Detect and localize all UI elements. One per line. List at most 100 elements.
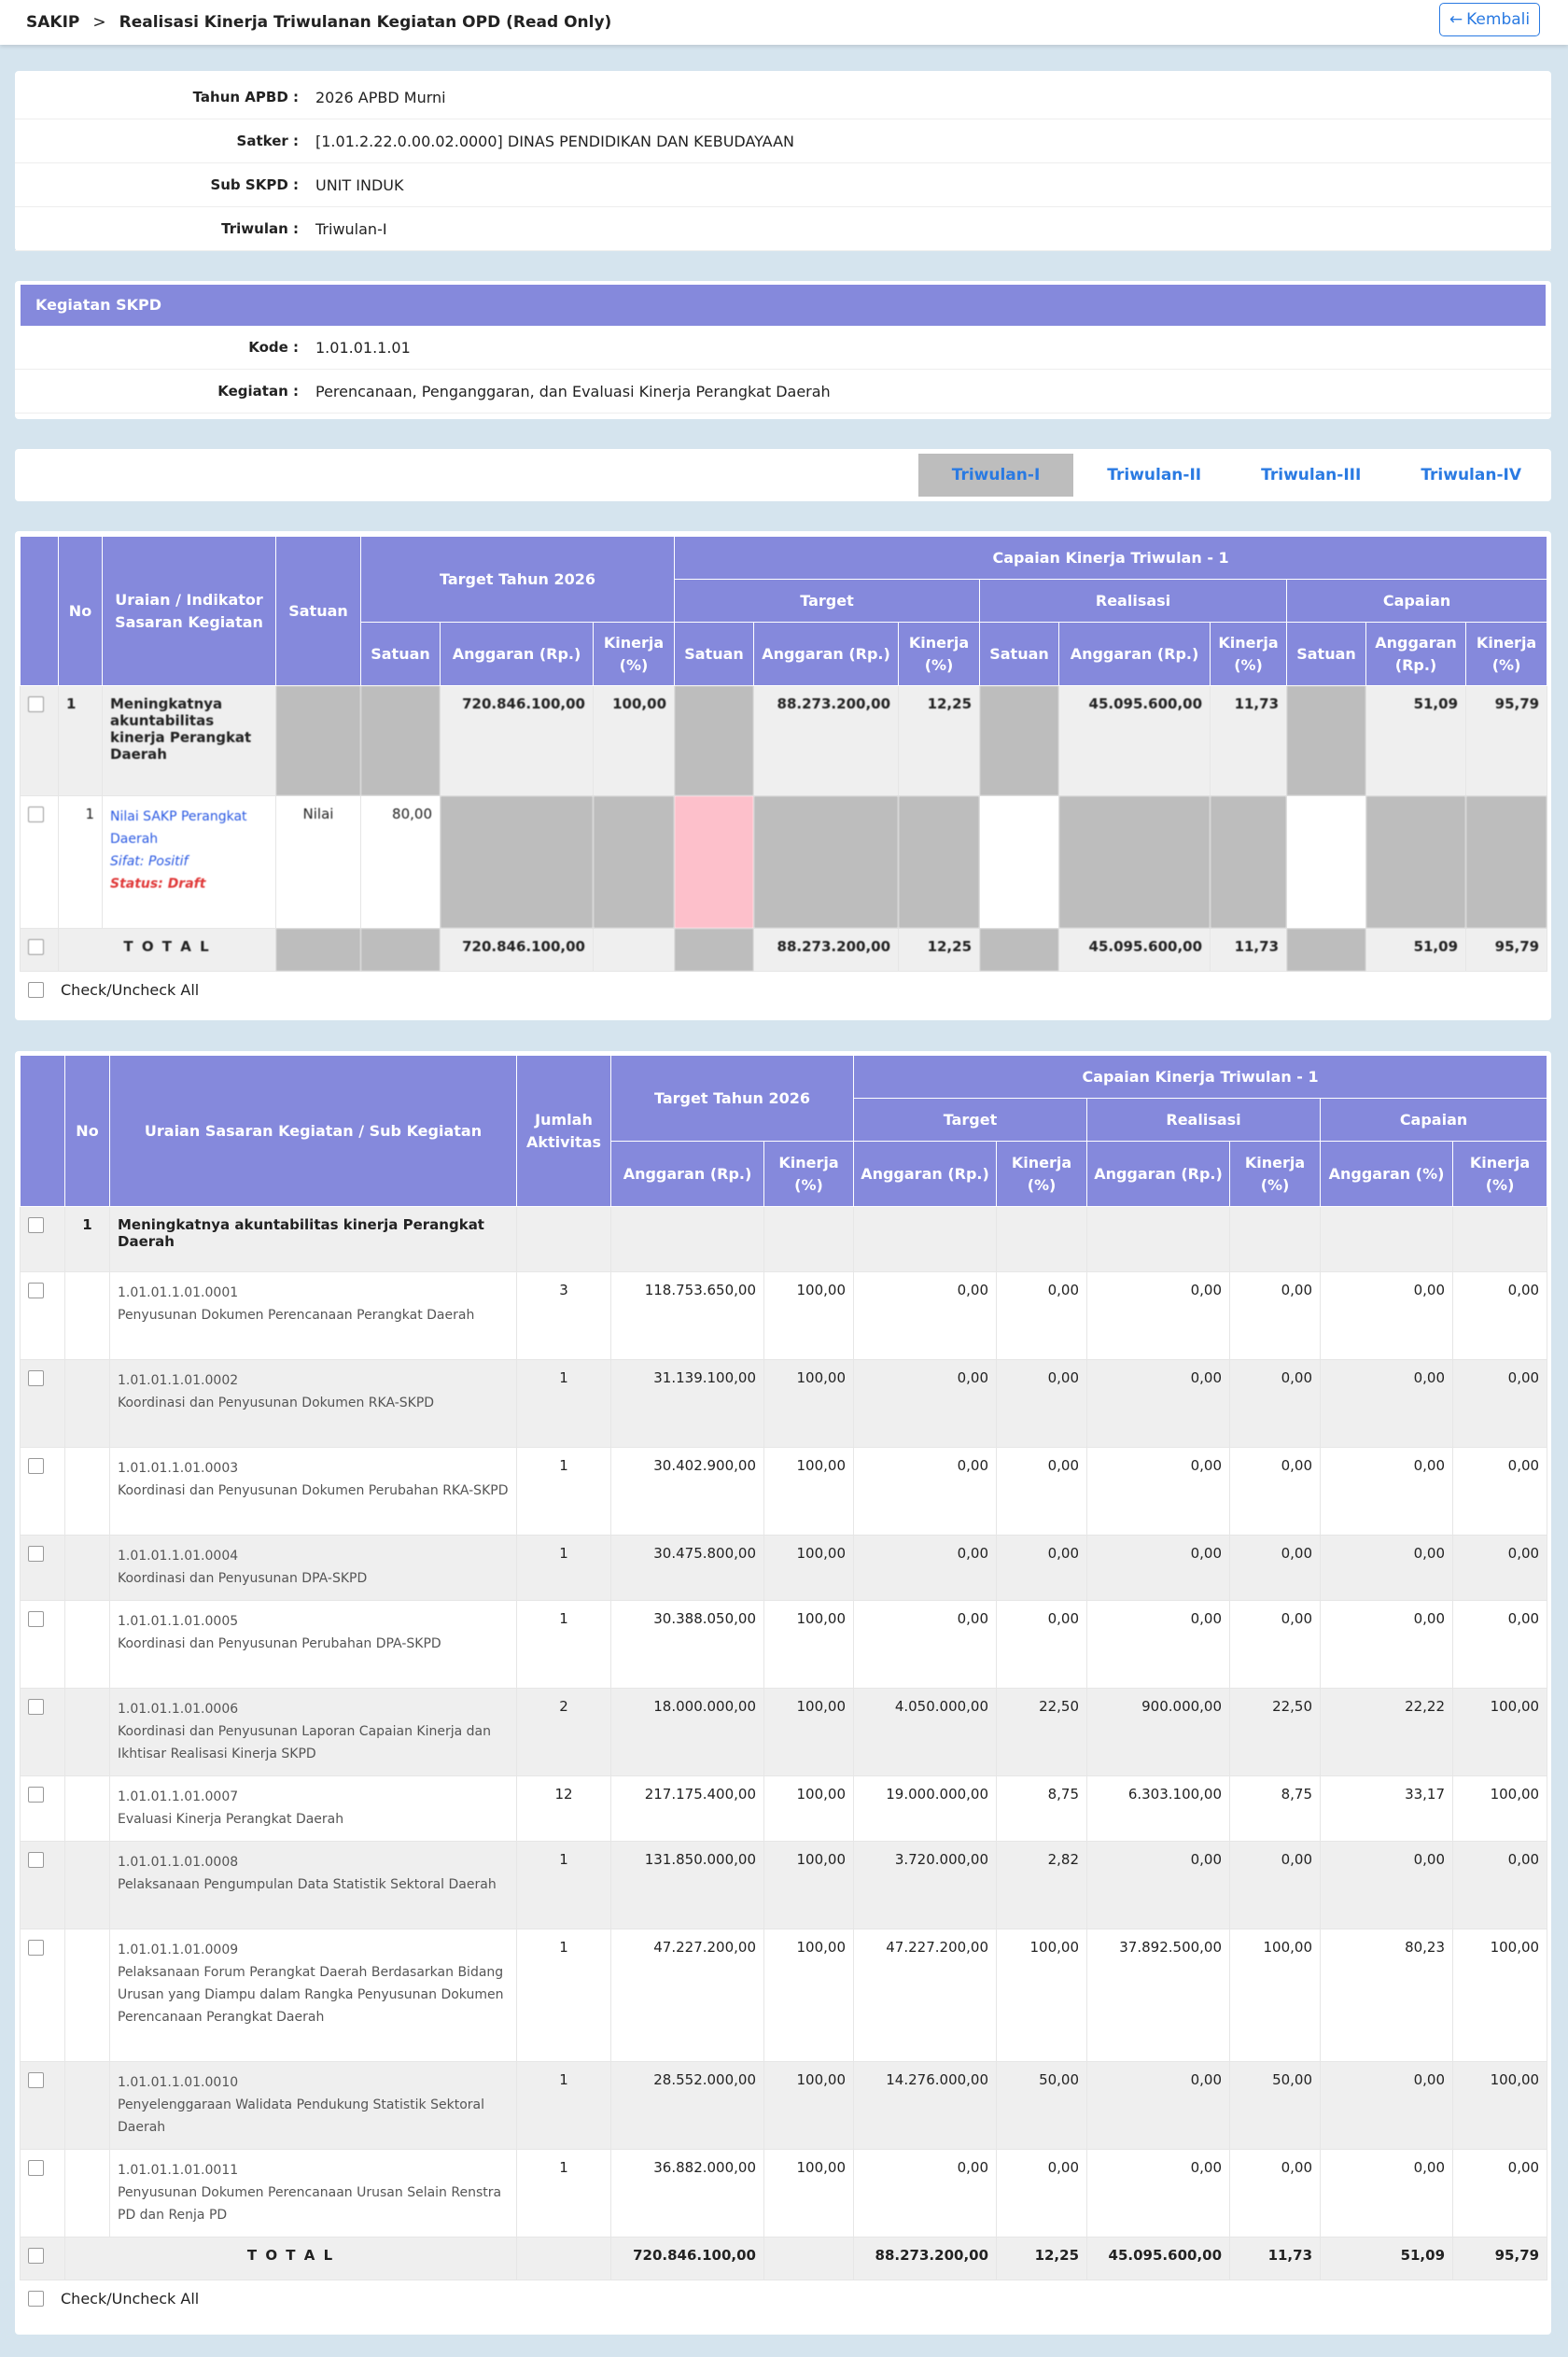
r-anggaran: 0,00: [1086, 1535, 1231, 1601]
breadcrumb-app[interactable]: SAKIP: [26, 13, 79, 32]
tab-triwulan-2[interactable]: Triwulan-II: [1077, 454, 1231, 497]
r-kinerja: 11,73: [1210, 685, 1288, 796]
sub-kegiatan-code: 1.01.01.1.01.0003: [118, 1461, 239, 1476]
th-sub-kinerja: Kinerja (%): [1210, 622, 1288, 686]
sub-kegiatan-code: 1.01.01.1.01.0006: [118, 1702, 239, 1717]
sub-kegiatan-name: Pelaksanaan Forum Perangkat Daerah Berda…: [118, 1965, 504, 2025]
row-checkbox[interactable]: [28, 807, 44, 822]
realisasi-input-cell[interactable]: [979, 795, 1060, 929]
row-checkbox[interactable]: [28, 2160, 44, 2176]
t-anggaran: 4.050.000,00: [853, 1688, 998, 1776]
c-anggaran: 33,17: [1320, 1775, 1454, 1842]
total-r-anggaran: 45.095.600,00: [1086, 2237, 1231, 2280]
info-value: Triwulan-I: [315, 219, 387, 238]
t-kinerja: 12,25: [898, 685, 981, 796]
c-anggaran: 0,00: [1320, 2061, 1454, 2150]
sub-kegiatan-cell: 1.01.01.1.01.0001 Penyusunan Dokumen Pere…: [109, 1271, 517, 1360]
sub-kegiatan-cell: 1.01.01.1.01.0011 Penyusunan Dokumen Pere…: [109, 2149, 517, 2238]
t-kinerja: 0,00: [996, 1359, 1088, 1448]
t-anggaran: 47.227.200,00: [853, 1929, 998, 2062]
t-kinerja: 2,82: [996, 1841, 1088, 1929]
r-kinerja: 0,00: [1229, 1535, 1322, 1601]
info-value: 2026 APBD Murni: [315, 88, 446, 106]
tab-triwulan-3[interactable]: Triwulan-III: [1231, 454, 1391, 497]
jumlah-aktivitas: 1: [516, 2061, 611, 2150]
th-sub-anggaran: Anggaran (Rp.): [1058, 622, 1211, 686]
cell-empty: [674, 685, 755, 796]
row-checkbox[interactable]: [28, 1940, 44, 1956]
satuan: Nilai: [275, 795, 361, 929]
total-r-kinerja: 11,73: [1229, 2237, 1322, 2280]
tab-triwulan-4[interactable]: Triwulan-IV: [1391, 454, 1551, 497]
check-all-checkbox[interactable]: [28, 982, 44, 998]
indikator-name[interactable]: Nilai SAKP Perangkat Daerah: [110, 806, 268, 850]
th-anggaran: Anggaran (Rp.): [610, 1141, 764, 1207]
indikator-card: No Uraian / Indikator Sasaran Kegiatan S…: [15, 531, 1551, 1020]
sub-kegiatan-cell: 1.01.01.1.01.0005 Koordinasi dan Penyusun…: [109, 1600, 517, 1689]
th-uraian: Uraian / Indikator Sasaran Kegiatan: [102, 536, 276, 686]
cell-empty: [979, 928, 1060, 972]
th-sub-kinerja: Kinerja (%): [1465, 622, 1548, 686]
target-input-cell[interactable]: [674, 795, 755, 929]
t-anggaran: 88.273.200,00: [753, 685, 900, 796]
row-checkbox[interactable]: [28, 1611, 44, 1627]
kegiatan-value: Perencanaan, Penganggaran, dan Evaluasi …: [315, 382, 831, 400]
sub-kegiatan-card: No Uraian Sasaran Kegiatan / Sub Kegiata…: [15, 1051, 1551, 2335]
kegiatan-header: Kegiatan SKPD: [21, 285, 1546, 326]
cell-empty: [275, 685, 361, 796]
th-sub-kinerja: Kinerja (%): [898, 622, 981, 686]
indikator-status: Status: Draft: [110, 877, 206, 891]
th-realisasi: Realisasi: [1086, 1098, 1322, 1142]
t-anggaran: 0,00: [853, 1600, 998, 1689]
th-realisasi: Realisasi: [979, 579, 1288, 623]
group-name: Meningkatnya akuntabilitas kinerja Peran…: [109, 1206, 517, 1272]
t-anggaran: 0,00: [853, 1271, 998, 1360]
sub-kegiatan-code: 1.01.01.1.01.0004: [118, 1549, 239, 1564]
total-t-kinerja: 12,25: [898, 928, 981, 972]
check-all-row: Check/Uncheck All: [15, 972, 1551, 1008]
info-label: Triwulan :: [221, 220, 299, 237]
row-checkbox[interactable]: [28, 2072, 44, 2088]
sub-kegiatan-cell: 1.01.01.1.01.0006 Koordinasi dan Penyusun…: [109, 1688, 517, 1776]
tt-kinerja: 100,00: [763, 1271, 855, 1360]
th-capaian: Capaian: [1286, 579, 1548, 623]
row-checkbox[interactable]: [28, 1217, 44, 1233]
back-button[interactable]: ← Kembali: [1439, 3, 1540, 36]
row-checkbox[interactable]: [28, 1852, 44, 1868]
check-all-checkbox[interactable]: [28, 2291, 44, 2307]
row-checkbox[interactable]: [28, 1787, 44, 1803]
t-kinerja: 0,00: [996, 1447, 1088, 1536]
c-kinerja: 0,00: [1452, 1841, 1548, 1929]
sub-kegiatan-row: 1.01.01.1.01.0001 Penyusunan Dokumen Pere…: [20, 1271, 1548, 1360]
row-checkbox[interactable]: [28, 1283, 44, 1298]
t-kinerja: 0,00: [996, 1271, 1088, 1360]
th-sub-satuan: Satuan: [674, 622, 755, 686]
tt-kinerja: 100,00: [763, 1775, 855, 1842]
r-kinerja: 50,00: [1229, 2061, 1322, 2150]
th-check: [20, 1055, 65, 1207]
th-no: No: [58, 536, 103, 686]
row-checkbox[interactable]: [28, 1699, 44, 1715]
info-value: UNIT INDUK: [315, 175, 404, 194]
r-kinerja: 22,50: [1229, 1688, 1322, 1776]
info-label: Sub SKPD :: [210, 176, 299, 193]
row-checkbox[interactable]: [28, 1458, 44, 1474]
kegiatan-label: Kegiatan :: [217, 383, 299, 400]
sub-kegiatan-row: 1.01.01.1.01.0009 Pelaksanaan Forum Peran…: [20, 1929, 1548, 2062]
info-value: [1.01.2.22.0.00.02.0000] DINAS PENDIDIKA…: [315, 132, 794, 150]
row-checkbox[interactable]: [28, 1370, 44, 1386]
sub-kegiatan-row: 1.01.01.1.01.0007 Evaluasi Kinerja Perang…: [20, 1775, 1548, 1842]
c-anggaran: 0,00: [1320, 1359, 1454, 1448]
check-all-row: Check/Uncheck All: [15, 2280, 1551, 2317]
c-kinerja: 0,00: [1452, 1271, 1548, 1360]
tab-triwulan-1[interactable]: Triwulan-I: [917, 454, 1074, 497]
r-kinerja: 0,00: [1229, 1447, 1322, 1536]
row-checkbox[interactable]: [28, 696, 44, 712]
kegiatan-card: Kegiatan SKPD Kode : 1.01.01.1.01 Kegiat…: [15, 281, 1551, 419]
row-checkbox[interactable]: [28, 1546, 44, 1562]
sub-kegiatan-name: Koordinasi dan Penyusunan Perubahan DPA-…: [118, 1636, 441, 1651]
row-checkbox[interactable]: [28, 2248, 44, 2264]
t-anggaran: 14.276.000,00: [853, 2061, 998, 2150]
row-checkbox[interactable]: [28, 939, 44, 955]
th-capaian: Capaian: [1320, 1098, 1548, 1142]
